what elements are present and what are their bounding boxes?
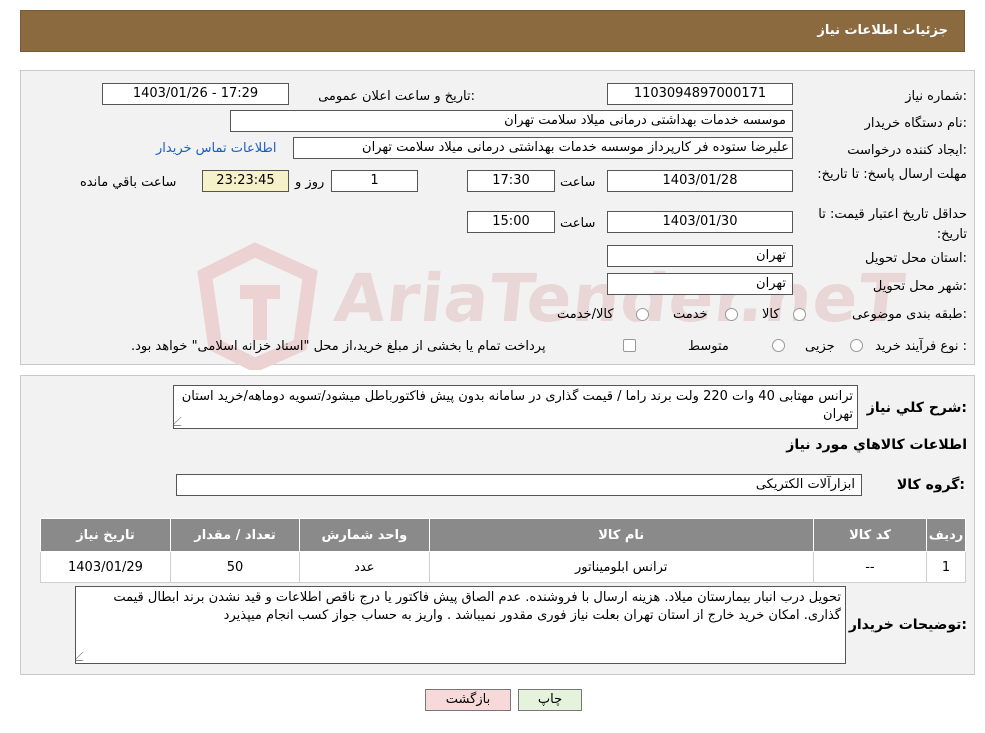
resize-grip-icon[interactable] — [76, 652, 92, 661]
category-service-radio[interactable] — [725, 308, 738, 321]
buyer-org-label: نام دستگاه خریدار: — [864, 116, 967, 131]
col-goods-name: نام کالا — [428, 518, 814, 552]
col-goods-code: کد کالا — [812, 518, 928, 552]
table-header-row: رديف کد کالا نام کالا واحد شمارش تعداد /… — [40, 518, 966, 552]
summary-text: ترانس مهتابی 40 وات 220 ولت برند راما / … — [181, 389, 853, 422]
need-number-field: 1103094897000171 — [607, 83, 793, 105]
col-need-date: تاریخ نیاز — [40, 518, 171, 552]
city-label: شهر محل تحویل: — [872, 279, 967, 294]
remaining-time-field: 23:23:45 — [202, 170, 289, 192]
process-minor-radio[interactable] — [850, 339, 863, 352]
process-minor-label: جزیی — [805, 339, 835, 354]
col-unit: واحد شمارش — [299, 518, 430, 552]
process-note: پرداخت تمام یا بخشی از مبلغ خرید،از محل … — [131, 339, 546, 354]
price-time-field: 15:00 — [467, 211, 555, 233]
days-field: 1 — [331, 170, 418, 192]
city-field: تهران — [607, 273, 793, 295]
reply-time-label: ساعت — [560, 175, 596, 190]
back-button[interactable]: بازگشت — [425, 689, 511, 711]
cell-quantity: 50 — [169, 551, 301, 583]
summary-textarea[interactable]: ترانس مهتابی 40 وات 220 ولت برند راما / … — [173, 385, 858, 429]
resize-grip-icon[interactable] — [174, 417, 190, 426]
category-goods-service-label: کالا/خدمت — [557, 307, 614, 322]
reply-deadline-label: مهلت ارسال پاسخ: تا تاریخ: — [817, 167, 967, 182]
creator-label: ایجاد کننده درخواست: — [847, 143, 967, 158]
need-number-label: شماره نیاز: — [905, 89, 967, 104]
creator-field: علیرضا ستوده فر کارپرداز موسسه خدمات بهد… — [293, 137, 793, 159]
buyer-org-field: موسسه خدمات بهداشتی درمانی میلاد سلامت ت… — [230, 110, 793, 132]
day-and-label: روز و — [295, 175, 325, 190]
watermark-text: AriaTender.neT — [330, 260, 909, 337]
province-field: تهران — [607, 245, 793, 267]
goods-group-label: گروه کالا: — [896, 477, 965, 493]
page-header: جزئیات اطلاعات نیاز — [20, 10, 965, 52]
process-treasury-checkbox[interactable] — [623, 339, 636, 352]
cell-goods-name: ترانس ابلومیناتور — [428, 551, 814, 583]
print-button[interactable]: چاپ — [518, 689, 582, 711]
summary-label: شرح کلي نياز: — [866, 400, 967, 416]
table-row: 1 -- ترانس ابلومیناتور عدد 50 1403/01/29 — [40, 551, 966, 583]
items-table: رديف کد کالا نام کالا واحد شمارش تعداد /… — [40, 518, 966, 583]
price-date-field: 1403/01/30 — [607, 211, 793, 233]
category-label: طبقه بندی موضوعی: — [851, 307, 967, 322]
price-validity-label: حداقل تاریخ اعتبار قیمت: تا تاریخ: — [818, 207, 967, 242]
cell-unit: عدد — [299, 551, 430, 583]
goods-info-title: اطلاعات کالاهاي مورد نياز — [786, 437, 967, 453]
category-goods-label: کالا — [762, 307, 780, 322]
category-service-label: خدمت — [673, 307, 708, 322]
buyer-contact-link[interactable]: اطلاعات تماس خریدار — [156, 141, 276, 156]
category-goods-radio[interactable] — [793, 308, 806, 321]
col-quantity: تعداد / مقدار — [169, 518, 301, 552]
announce-datetime-label: تاریخ و ساعت اعلان عمومی: — [318, 89, 475, 104]
page-title: جزئیات اطلاعات نیاز — [817, 23, 948, 38]
announce-datetime-field: 1403/01/26 - 17:29 — [102, 83, 289, 105]
cell-goods-code: -- — [812, 551, 928, 583]
col-row-number: رديف — [926, 518, 966, 552]
buyer-notes-text: تحویل درب انبار بیمارستان میلاد. هزینه ا… — [113, 590, 841, 623]
process-medium-label: متوسط — [688, 339, 729, 354]
process-label: نوع فرآیند خرید : — [875, 339, 967, 354]
reply-date-field: 1403/01/28 — [607, 170, 793, 192]
buyer-notes-textarea[interactable]: تحویل درب انبار بیمارستان میلاد. هزینه ا… — [75, 586, 846, 664]
goods-group-field: ابزارآلات الکتریکی — [176, 474, 862, 496]
province-label: استان محل تحویل: — [865, 251, 967, 266]
category-goods-service-radio[interactable] — [636, 308, 649, 321]
reply-time-field: 17:30 — [467, 170, 555, 192]
remaining-label: ساعت باقي مانده — [80, 175, 177, 190]
process-medium-radio[interactable] — [772, 339, 785, 352]
cell-row-number: 1 — [926, 551, 966, 583]
cell-need-date: 1403/01/29 — [40, 551, 171, 583]
price-time-label: ساعت — [560, 216, 596, 231]
buyer-notes-label: توضیحات خریدار: — [848, 617, 967, 633]
